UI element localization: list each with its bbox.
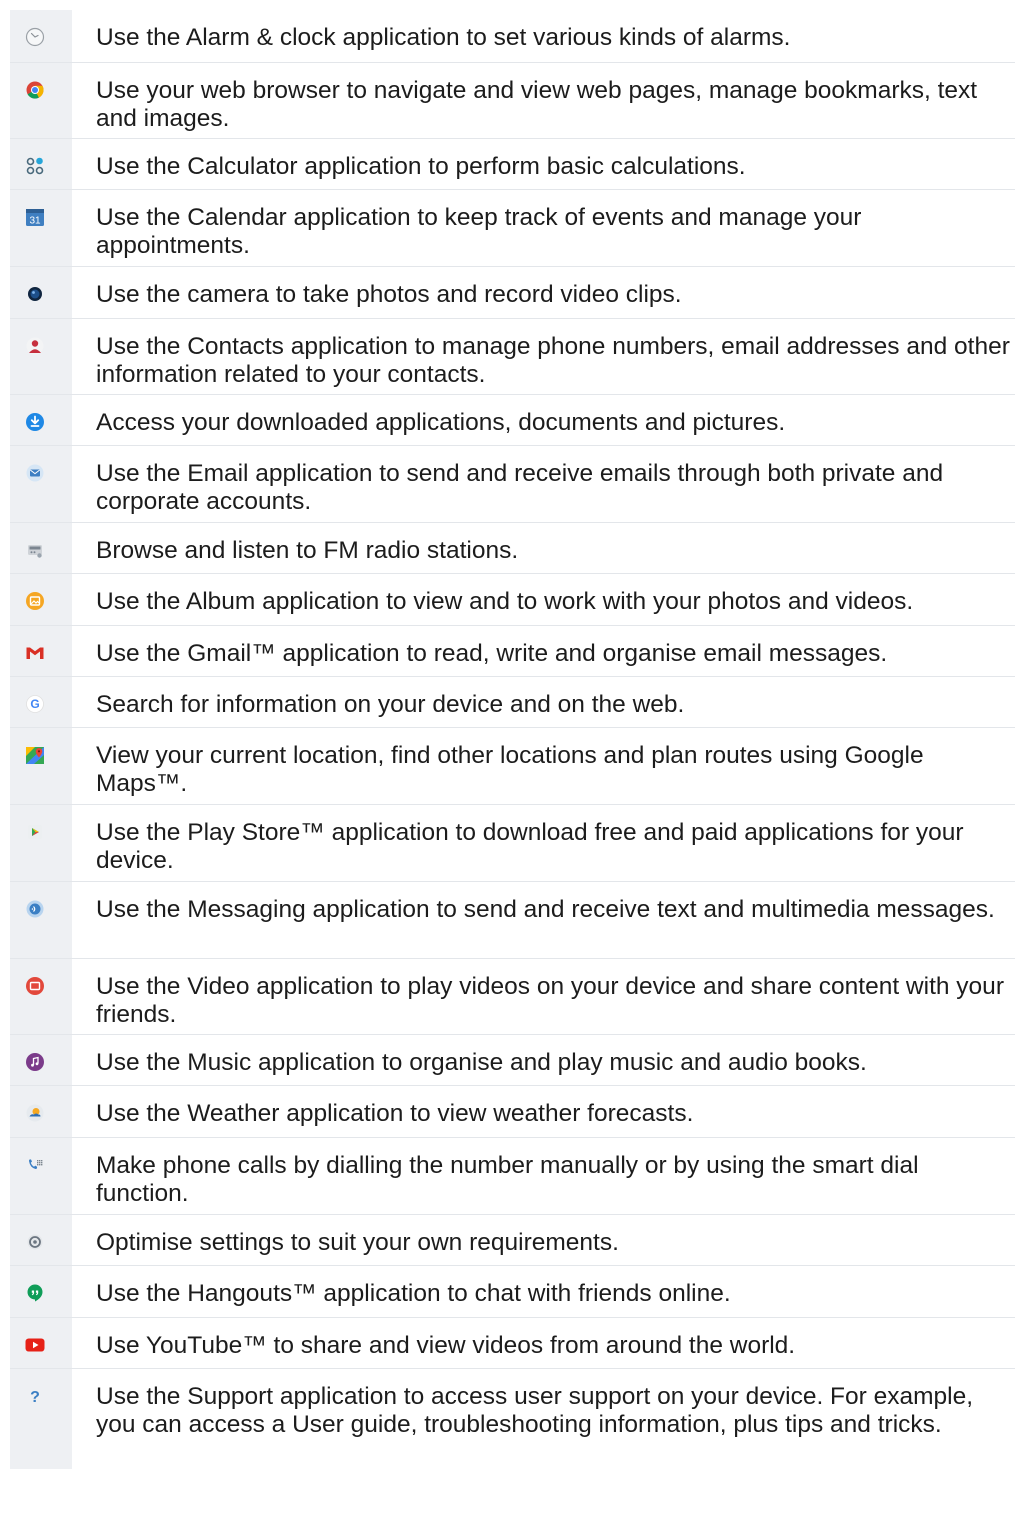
list-item: Access your downloaded applications, doc… — [10, 394, 1015, 446]
item-text: Use the Calculator application to perfor… — [96, 153, 746, 180]
list-item: Optimise settings to suit your own requi… — [10, 1214, 1015, 1266]
weather-icon — [25, 1103, 45, 1123]
youtube-icon — [25, 1335, 45, 1355]
phone-icon — [25, 1155, 45, 1175]
calculator-icon — [25, 156, 45, 176]
hangouts-icon — [25, 1283, 45, 1303]
item-text: Use the Messaging application to send an… — [96, 896, 995, 923]
svg-text:?: ? — [30, 1389, 40, 1406]
item-text: Use the Gmail™ application to read, writ… — [96, 640, 888, 667]
item-text: Access your downloaded applications, doc… — [96, 409, 786, 436]
item-text: Use YouTube™ to share and view videos fr… — [96, 1332, 796, 1359]
google-maps-icon — [25, 745, 45, 765]
list-item: Use the Video application to play videos… — [10, 958, 1015, 1035]
item-text: Use the Alarm & clock application to set… — [96, 24, 791, 51]
settings-icon — [25, 1232, 45, 1252]
video-icon — [25, 976, 45, 996]
messaging-icon — [25, 899, 45, 919]
list-item: Use the Alarm & clock application to set… — [10, 10, 1015, 62]
item-text: Browse and listen to FM radio stations. — [96, 537, 519, 564]
item-text: Use the Contacts application to manage p… — [96, 333, 1010, 388]
list-item: Use YouTube™ to share and view videos fr… — [10, 1317, 1015, 1369]
calendar-icon: 31 — [25, 207, 45, 227]
list-item: Use the Messaging application to send an… — [10, 881, 1015, 959]
item-text: Use the Hangouts™ application to chat wi… — [96, 1280, 731, 1307]
item-text: View your current location, find other l… — [96, 742, 924, 797]
item-text: Use the Video application to play videos… — [96, 973, 1004, 1028]
album-icon — [25, 591, 45, 611]
item-text: Use the Play Store™ application to downl… — [96, 819, 964, 874]
contacts-icon — [25, 336, 45, 356]
list-item: Make phone calls by dialling the number … — [10, 1137, 1015, 1215]
list-item: Use the Album application to view and to… — [10, 573, 1015, 626]
list-item: Use the Email application to send and re… — [10, 445, 1015, 523]
list-item: ? Use the Support application to access … — [10, 1368, 1015, 1469]
list-item: View your current location, find other l… — [10, 727, 1015, 805]
svg-text:G: G — [30, 697, 39, 711]
item-text: Use your web browser to navigate and vie… — [96, 77, 978, 132]
svg-text:31: 31 — [29, 216, 41, 227]
item-text: Use the Music application to organise an… — [96, 1049, 867, 1076]
email-icon — [25, 463, 45, 483]
chrome-browser-icon — [25, 80, 45, 100]
list-item: Use the camera to take photos and record… — [10, 266, 1015, 319]
item-text: Use the camera to take photos and record… — [96, 281, 682, 308]
list-item: Use the Play Store™ application to downl… — [10, 804, 1015, 882]
list-item: Browse and listen to FM radio stations. — [10, 522, 1015, 574]
item-text: Use the Support application to access us… — [96, 1383, 974, 1438]
list-item: Use the Hangouts™ application to chat wi… — [10, 1265, 1015, 1318]
download-icon — [25, 412, 45, 432]
list-item: Use your web browser to navigate and vie… — [10, 62, 1015, 139]
item-text: Use the Weather application to view weat… — [96, 1100, 694, 1127]
play-store-icon — [25, 822, 45, 842]
google-search-icon: G — [25, 694, 45, 714]
alarm-clock-icon — [25, 27, 45, 47]
support-icon: ? — [25, 1386, 45, 1406]
camera-icon — [25, 284, 45, 304]
item-text: Search for information on your device an… — [96, 691, 685, 718]
fm-radio-icon — [25, 540, 45, 560]
list-item: 31 Use the Calendar application to keep … — [10, 189, 1015, 267]
item-text: Use the Calendar application to keep tra… — [96, 204, 862, 259]
item-text: Make phone calls by dialling the number … — [96, 1152, 919, 1207]
item-text: Use the Album application to view and to… — [96, 588, 914, 615]
item-text: Optimise settings to suit your own requi… — [96, 1229, 619, 1256]
gmail-icon — [25, 643, 45, 663]
list-item: Use the Contacts application to manage p… — [10, 318, 1015, 395]
list-item: Use the Gmail™ application to read, writ… — [10, 625, 1015, 677]
music-icon — [25, 1052, 45, 1072]
list-item: Use the Calculator application to perfor… — [10, 138, 1015, 190]
list-item: Use the Weather application to view weat… — [10, 1085, 1015, 1138]
item-text: Use the Email application to send and re… — [96, 460, 944, 515]
list-item: Use the Music application to organise an… — [10, 1034, 1015, 1086]
list-item: G Search for information on your device … — [10, 676, 1015, 728]
